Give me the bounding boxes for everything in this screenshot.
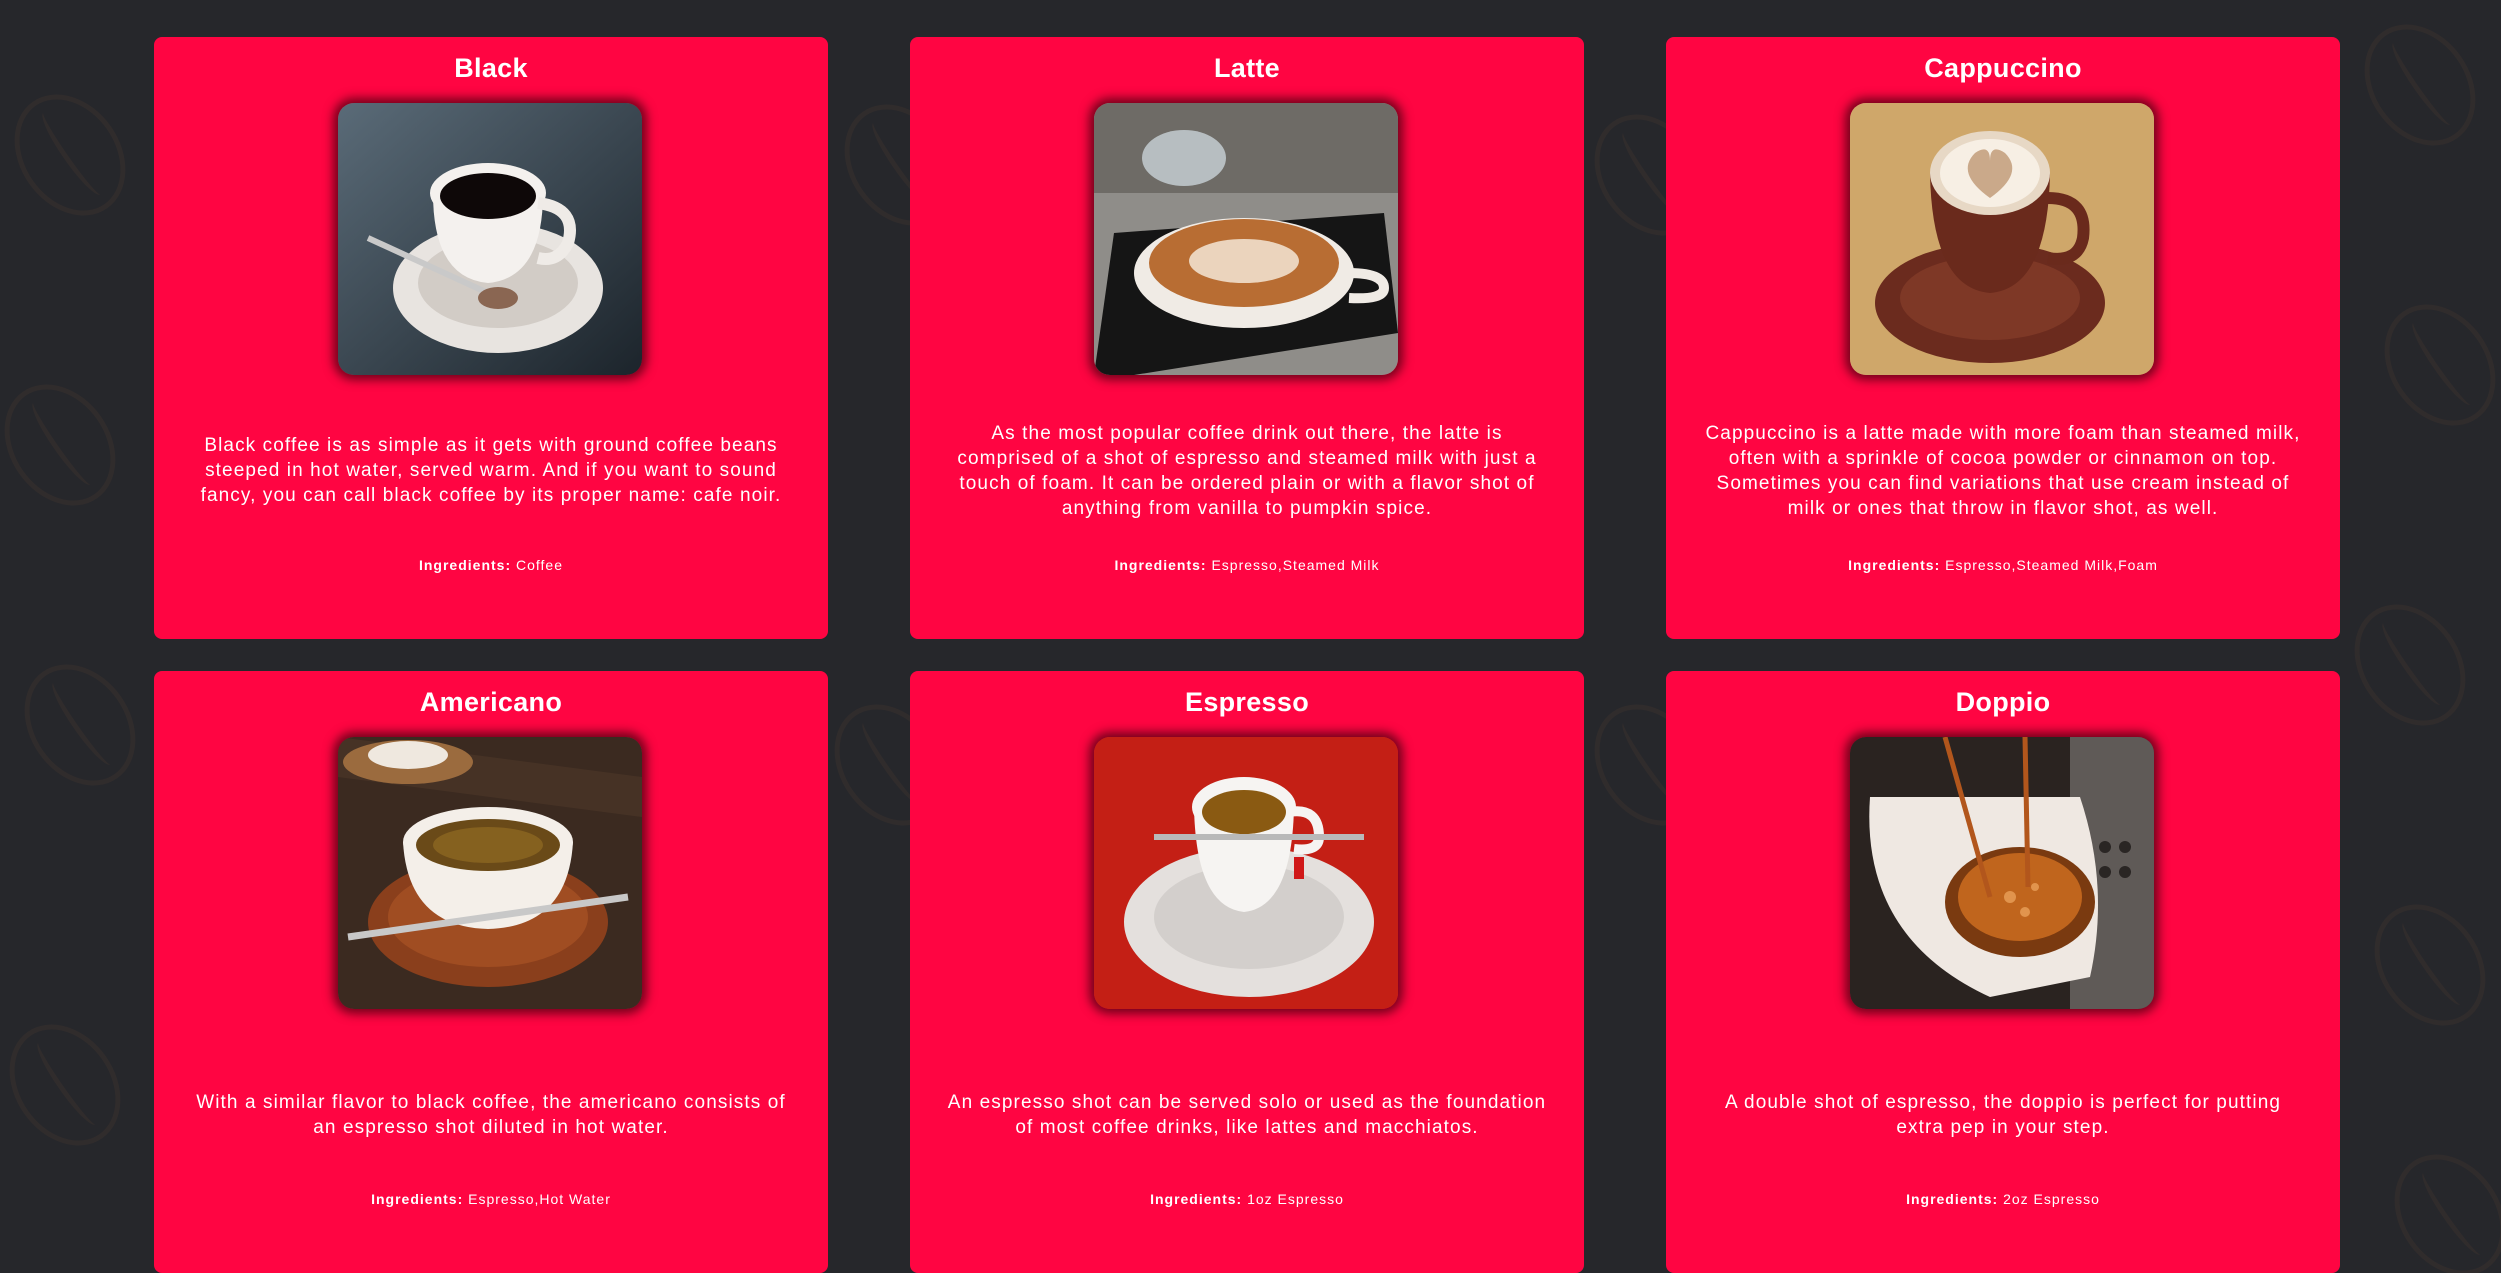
ingredients-label: Ingredients: [418,557,512,573]
espresso-photo [1094,737,1398,1009]
card-ingredients: Ingredients: Espresso,Hot Water [154,1191,828,1207]
card-title: Cappuccino [1924,53,2082,83]
ingredients-value: Espresso,Steamed Milk [1211,557,1380,573]
cappuccino-photo [1850,103,2154,375]
card-ingredients: Ingredients: Coffee [154,557,828,573]
ingredients-label: Ingredients: [1150,1191,1243,1207]
card-title: Americano [419,687,563,717]
ingredients-value: Coffee [516,557,563,573]
card-description: Black coffee is as simple as it gets wit… [200,435,782,506]
doppio-photo [1850,737,2154,1009]
coffee-menu-page: Black Black coffee is as simple as it ge… [0,0,2501,1273]
ingredients-value: 1oz Espresso [1247,1191,1344,1207]
ingredients-label: Ingredients: [371,1191,464,1207]
card-description: An espresso shot can be served solo or u… [947,1092,1547,1138]
card-ingredients: Ingredients: Espresso,Steamed Milk,Foam [1666,557,2340,573]
black-coffee-photo [338,103,642,375]
card-description: With a similar flavor to black coffee, t… [196,1092,786,1138]
ingredients-label: Ingredients: [1848,557,1941,573]
coffee-card-cappuccino: Cappuccino Cappuccino is a latte made wi… [1666,37,2340,639]
coffee-card-latte: Latte As the most popular coffee drink o… [910,37,1584,639]
card-ingredients: Ingredients: 2oz Espresso [1666,1191,2340,1207]
ingredients-value: Espresso,Hot Water [468,1191,611,1207]
latte-photo [1094,103,1398,375]
card-title: Espresso [1185,687,1309,717]
card-description: A double shot of espresso, the doppio is… [1724,1092,2282,1138]
card-description: Cappuccino is a latte made with more foa… [1705,423,2301,519]
card-ingredients: Ingredients: 1oz Espresso [910,1191,1584,1207]
ingredients-value: 2oz Espresso [2003,1191,2100,1207]
card-ingredients: Ingredients: Espresso,Steamed Milk [910,557,1584,573]
card-title: Black [454,53,528,83]
card-title: Doppio [1955,687,2051,717]
coffee-card-espresso: Espresso An espresso shot can be served … [910,671,1584,1273]
americano-photo [338,737,642,1009]
ingredients-label: Ingredients: [1114,557,1207,573]
ingredients-value: Espresso,Steamed Milk,Foam [1945,557,2158,573]
coffee-card-grid: Black Black coffee is as simple as it ge… [154,37,2340,1273]
card-title: Latte [1213,53,1280,83]
coffee-card-black: Black Black coffee is as simple as it ge… [154,37,828,639]
card-description: As the most popular coffee drink out the… [957,423,1537,519]
ingredients-label: Ingredients: [1906,1191,1999,1207]
coffee-card-americano: Americano With a similar flavor to black [154,671,828,1273]
coffee-card-doppio: Doppio A double shot of espresso, the do… [1666,671,2340,1273]
